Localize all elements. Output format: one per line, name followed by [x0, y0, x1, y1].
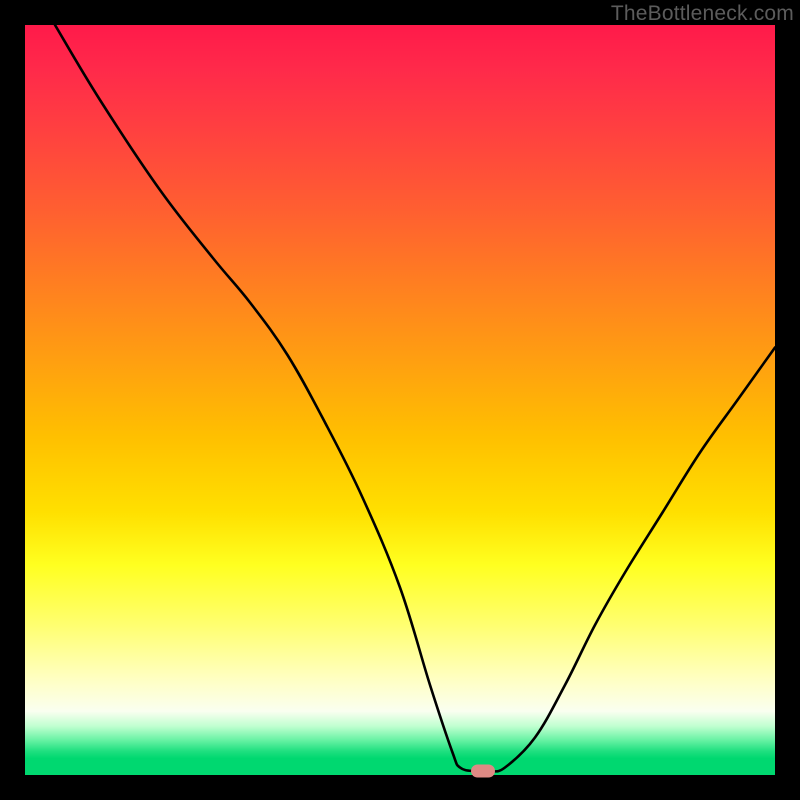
- optimal-point-marker: [471, 765, 495, 778]
- bottleneck-curve: [25, 25, 775, 775]
- watermark-text: TheBottleneck.com: [611, 2, 794, 26]
- plot-area: [25, 25, 775, 775]
- chart-container: TheBottleneck.com: [0, 0, 800, 800]
